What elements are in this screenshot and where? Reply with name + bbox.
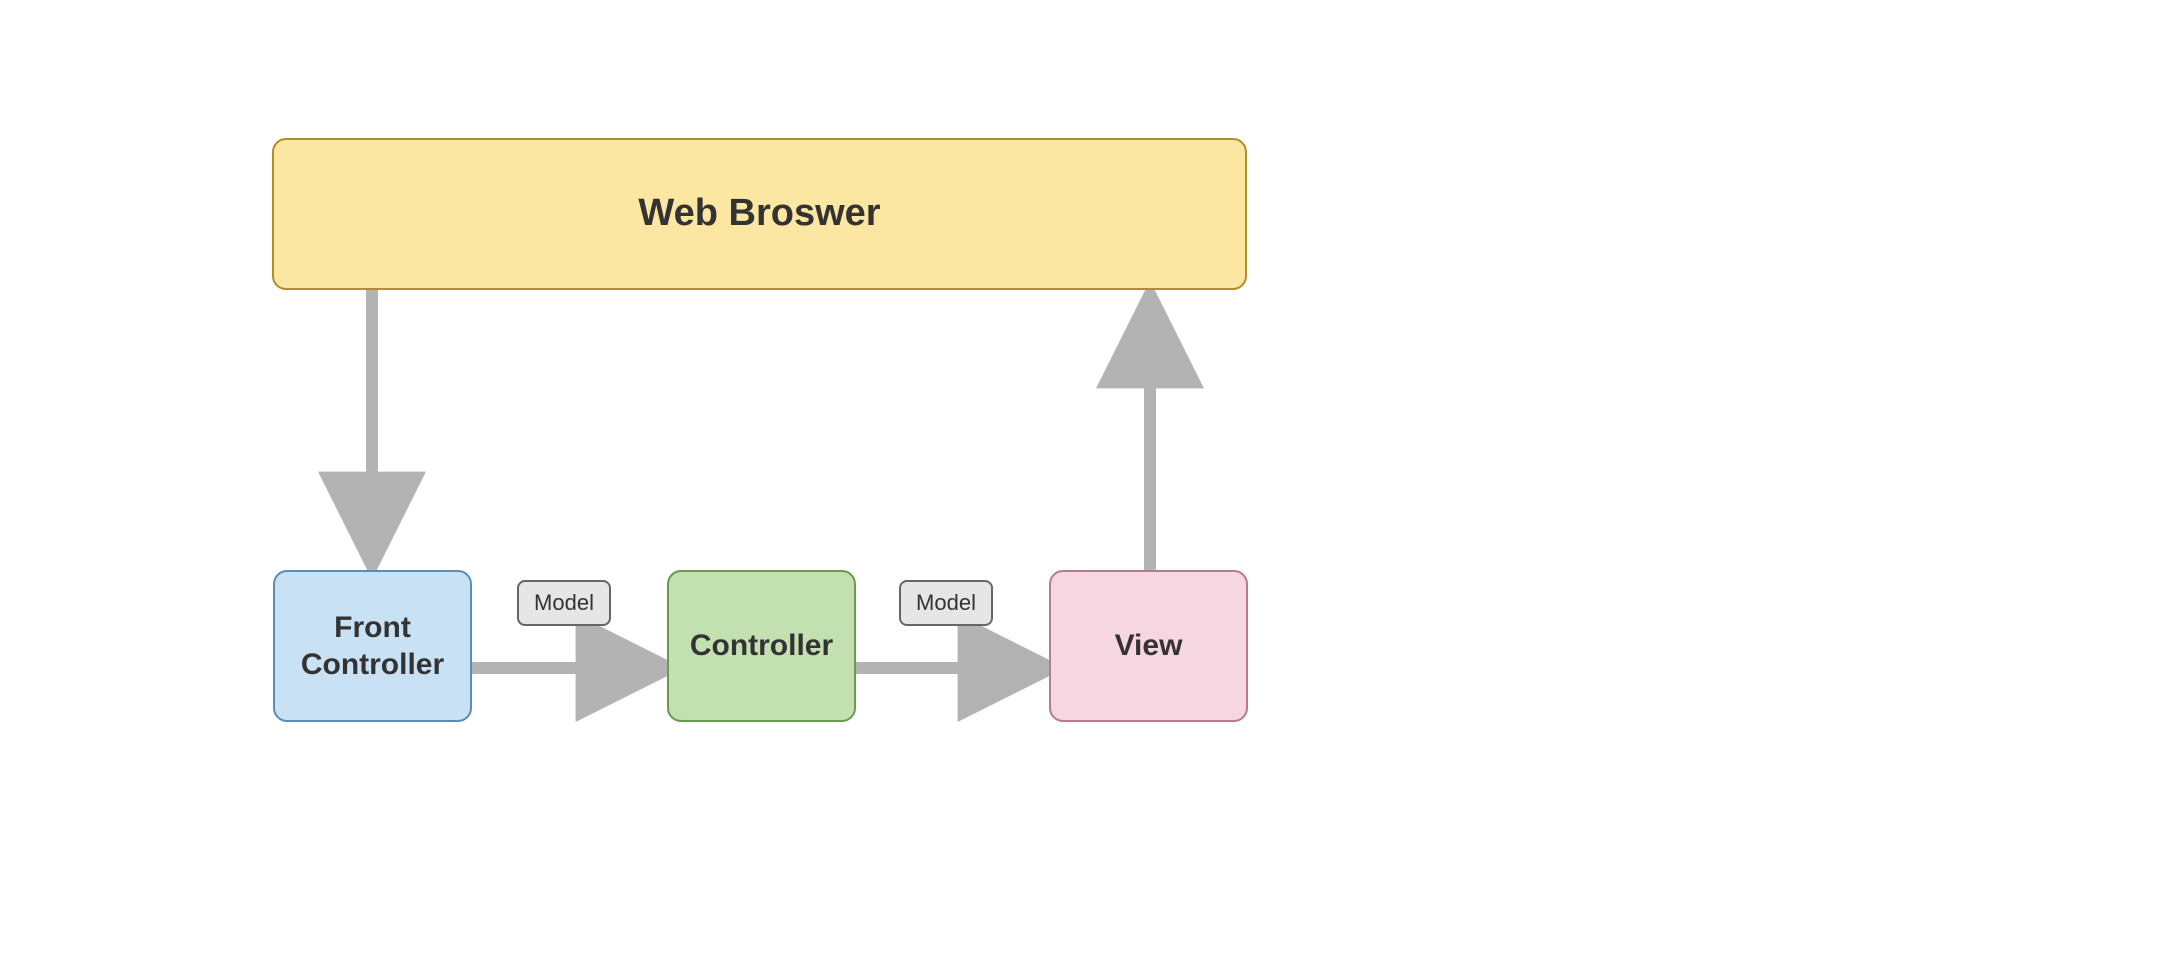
edge-label-model-1: Model xyxy=(517,580,611,626)
node-controller-label: Controller xyxy=(690,627,833,665)
diagram-canvas: Web Broswer Front Controller Controller … xyxy=(0,0,2168,980)
node-controller: Controller xyxy=(667,570,856,722)
node-web-browser-label: Web Broswer xyxy=(638,190,880,238)
node-front-controller-label: Front Controller xyxy=(301,609,444,684)
edge-label-model-2: Model xyxy=(899,580,993,626)
node-view-label: View xyxy=(1115,627,1183,665)
node-web-browser: Web Broswer xyxy=(272,138,1247,290)
node-view: View xyxy=(1049,570,1248,722)
node-front-controller: Front Controller xyxy=(273,570,472,722)
